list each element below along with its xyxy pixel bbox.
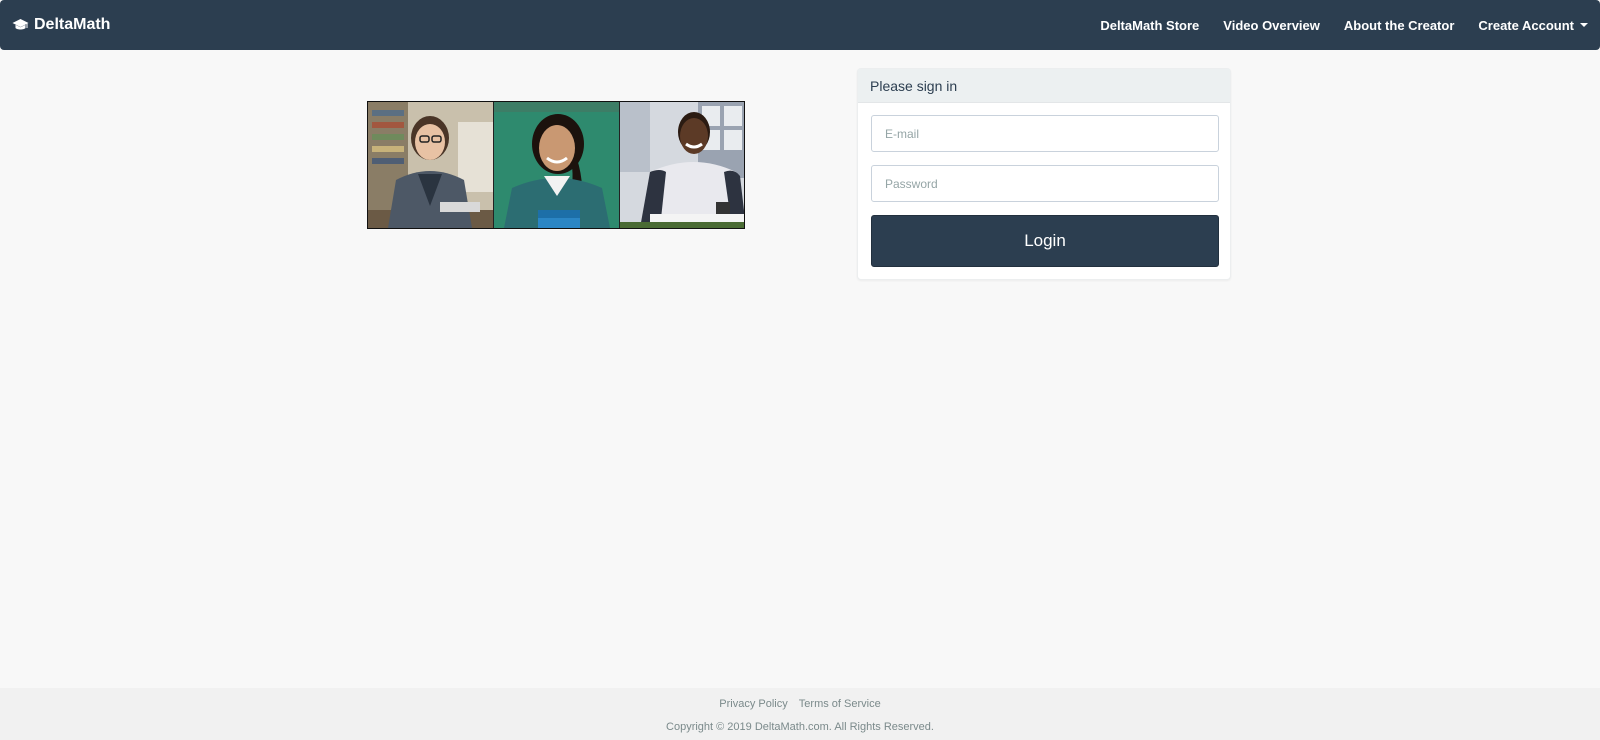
brand-name: DeltaMath [34, 16, 111, 33]
students-photo-strip [367, 101, 745, 229]
signin-heading: Please sign in [858, 69, 1230, 103]
nav-about-creator-label: About the Creator [1343, 17, 1455, 33]
terms-of-service-link[interactable]: Terms of Service [799, 698, 881, 710]
student-photo-library [368, 102, 494, 228]
nav-store-link[interactable]: DeltaMath Store [1088, 0, 1211, 50]
nav-about-creator-link[interactable]: About the Creator [1332, 0, 1467, 50]
privacy-policy-link[interactable]: Privacy Policy [719, 698, 787, 710]
nav-create-account-dropdown[interactable]: Create Account [1466, 0, 1600, 50]
graduation-cap-icon [12, 18, 29, 32]
nav-video-overview-label: Video Overview [1223, 17, 1320, 33]
student-photo-classroom [618, 102, 744, 228]
footer-links: Privacy Policy Terms of Service [0, 698, 1600, 710]
signin-form: Login [858, 103, 1230, 279]
nav-links: DeltaMath Store Video Overview About the… [1088, 0, 1600, 50]
nav-store-label: DeltaMath Store [1100, 17, 1200, 33]
nav-create-account-label: Create Account [1478, 17, 1574, 33]
caret-down-icon [1580, 23, 1588, 27]
password-field[interactable] [871, 165, 1219, 202]
signin-panel: Please sign in Login [857, 68, 1231, 280]
copyright-text: Copyright © 2019 DeltaMath.com. All Righ… [666, 721, 934, 733]
email-field[interactable] [871, 115, 1219, 152]
footer: Privacy Policy Terms of Service Copyrigh… [0, 688, 1600, 740]
brand-link[interactable]: DeltaMath [12, 0, 110, 50]
student-photo-chalkboard [493, 102, 619, 228]
nav-video-overview-link[interactable]: Video Overview [1211, 0, 1332, 50]
login-button[interactable]: Login [871, 215, 1219, 267]
top-navbar: DeltaMath DeltaMath Store Video Overview… [0, 0, 1600, 50]
